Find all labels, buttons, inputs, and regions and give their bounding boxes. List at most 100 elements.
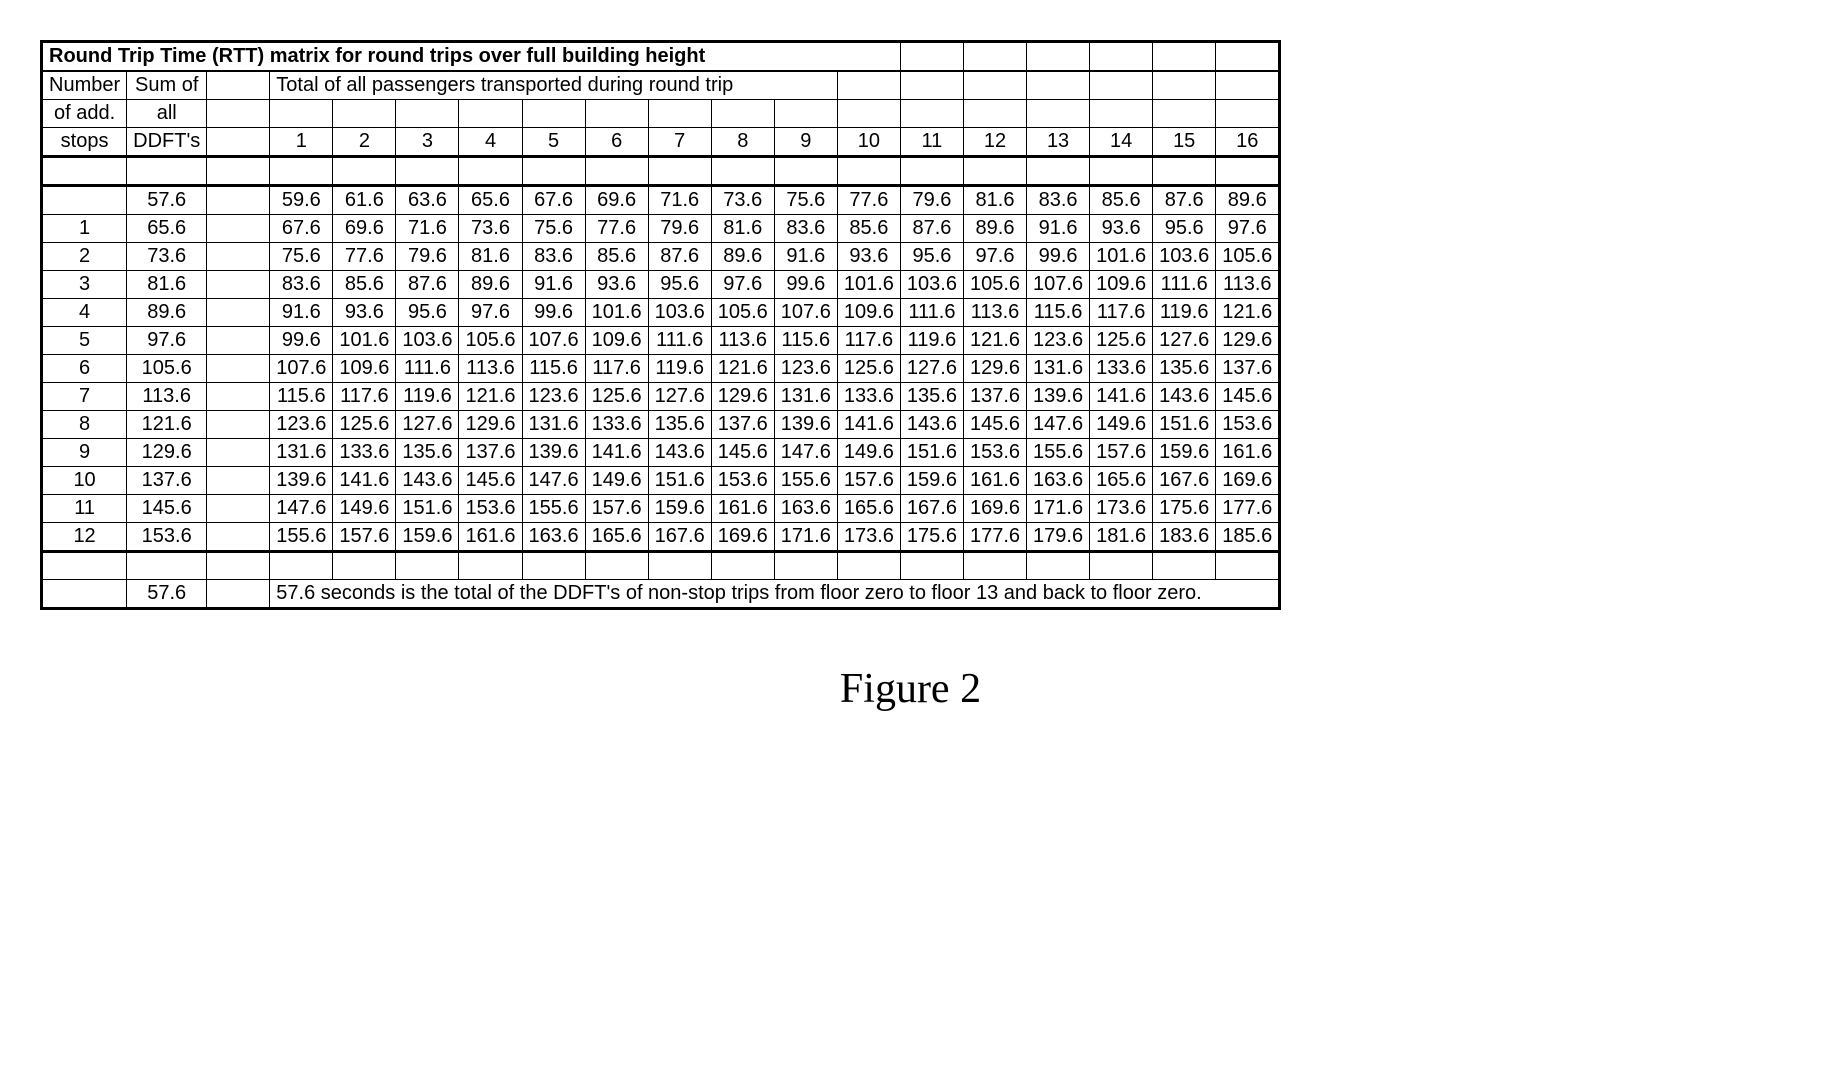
data-cell: 75.6 bbox=[774, 186, 837, 215]
data-cell: 99.6 bbox=[1027, 243, 1090, 271]
data-cell: 153.6 bbox=[459, 495, 522, 523]
data-cell: 125.6 bbox=[585, 383, 648, 411]
column-number: 1 bbox=[270, 128, 333, 157]
data-cell: 113.6 bbox=[459, 355, 522, 383]
spacer-cell bbox=[207, 271, 270, 299]
empty-cell bbox=[900, 157, 963, 186]
data-cell: 85.6 bbox=[837, 215, 900, 243]
data-cell: 77.6 bbox=[837, 186, 900, 215]
empty-cell bbox=[1027, 157, 1090, 186]
empty-cell bbox=[207, 157, 270, 186]
data-cell: 77.6 bbox=[333, 243, 396, 271]
empty-cell bbox=[837, 71, 900, 100]
data-cell: 97.6 bbox=[711, 271, 774, 299]
column-number: 4 bbox=[459, 128, 522, 157]
data-cell: 161.6 bbox=[459, 523, 522, 552]
data-cell: 63.6 bbox=[396, 186, 459, 215]
data-cell: 67.6 bbox=[522, 186, 585, 215]
data-cell: 85.6 bbox=[333, 271, 396, 299]
column-number: 11 bbox=[900, 128, 963, 157]
rtt-matrix-table: Round Trip Time (RTT) matrix for round t… bbox=[40, 40, 1281, 610]
empty-cell bbox=[837, 157, 900, 186]
data-cell: 127.6 bbox=[900, 355, 963, 383]
data-cell: 135.6 bbox=[900, 383, 963, 411]
ddft-cell: 145.6 bbox=[127, 495, 207, 523]
empty-cell bbox=[711, 157, 774, 186]
data-cell: 119.6 bbox=[900, 327, 963, 355]
data-cell: 127.6 bbox=[396, 411, 459, 439]
empty-cell bbox=[1153, 71, 1216, 100]
data-cell: 87.6 bbox=[396, 271, 459, 299]
data-cell: 89.6 bbox=[459, 271, 522, 299]
empty-cell bbox=[1153, 100, 1216, 128]
stops-cell: 1 bbox=[42, 215, 127, 243]
data-cell: 161.6 bbox=[1216, 439, 1280, 467]
data-cell: 125.6 bbox=[1090, 327, 1153, 355]
empty-cell bbox=[648, 100, 711, 128]
stops-cell: 7 bbox=[42, 383, 127, 411]
note-value-cell: 57.6 bbox=[127, 580, 207, 609]
data-cell: 71.6 bbox=[648, 186, 711, 215]
empty-cell bbox=[1216, 157, 1280, 186]
data-cell: 111.6 bbox=[396, 355, 459, 383]
data-cell: 121.6 bbox=[1216, 299, 1280, 327]
empty-cell bbox=[1216, 552, 1280, 580]
column-number: 9 bbox=[774, 128, 837, 157]
spacer-cell bbox=[207, 186, 270, 215]
data-cell: 159.6 bbox=[396, 523, 459, 552]
data-cell: 115.6 bbox=[522, 355, 585, 383]
empty-cell bbox=[963, 552, 1026, 580]
data-cell: 117.6 bbox=[333, 383, 396, 411]
note-text-cell: 57.6 seconds is the total of the DDFT's … bbox=[270, 580, 1280, 609]
data-cell: 163.6 bbox=[1027, 467, 1090, 495]
data-cell: 143.6 bbox=[648, 439, 711, 467]
data-cell: 165.6 bbox=[837, 495, 900, 523]
spacer-cell bbox=[207, 383, 270, 411]
stops-cell bbox=[42, 186, 127, 215]
data-cell: 165.6 bbox=[585, 523, 648, 552]
data-cell: 105.6 bbox=[459, 327, 522, 355]
data-cell: 113.6 bbox=[711, 327, 774, 355]
data-cell: 115.6 bbox=[1027, 299, 1090, 327]
data-cell: 153.6 bbox=[1216, 411, 1280, 439]
empty-cell bbox=[1216, 71, 1280, 100]
empty-cell bbox=[774, 552, 837, 580]
data-cell: 67.6 bbox=[270, 215, 333, 243]
data-cell: 123.6 bbox=[270, 411, 333, 439]
stops-cell: 11 bbox=[42, 495, 127, 523]
data-cell: 89.6 bbox=[963, 215, 1026, 243]
empty-cell bbox=[963, 71, 1026, 100]
data-cell: 91.6 bbox=[270, 299, 333, 327]
empty-cell bbox=[963, 100, 1026, 128]
empty-cell bbox=[1027, 71, 1090, 100]
data-cell: 141.6 bbox=[837, 411, 900, 439]
data-cell: 105.6 bbox=[963, 271, 1026, 299]
empty-cell bbox=[1027, 552, 1090, 580]
empty-cell bbox=[585, 157, 648, 186]
data-cell: 93.6 bbox=[1090, 215, 1153, 243]
data-cell: 131.6 bbox=[774, 383, 837, 411]
data-cell: 105.6 bbox=[1216, 243, 1280, 271]
empty-cell bbox=[900, 100, 963, 128]
data-cell: 131.6 bbox=[270, 439, 333, 467]
data-cell: 109.6 bbox=[837, 299, 900, 327]
data-cell: 173.6 bbox=[1090, 495, 1153, 523]
data-cell: 103.6 bbox=[1153, 243, 1216, 271]
data-cell: 119.6 bbox=[648, 355, 711, 383]
empty-cell bbox=[522, 100, 585, 128]
data-cell: 129.6 bbox=[459, 411, 522, 439]
empty-cell bbox=[459, 552, 522, 580]
data-cell: 147.6 bbox=[270, 495, 333, 523]
column-number: 8 bbox=[711, 128, 774, 157]
table-title: Round Trip Time (RTT) matrix for round t… bbox=[42, 42, 901, 72]
data-cell: 131.6 bbox=[522, 411, 585, 439]
ddft-cell: 121.6 bbox=[127, 411, 207, 439]
data-cell: 155.6 bbox=[774, 467, 837, 495]
data-cell: 101.6 bbox=[585, 299, 648, 327]
data-cell: 149.6 bbox=[333, 495, 396, 523]
data-cell: 167.6 bbox=[648, 523, 711, 552]
data-cell: 103.6 bbox=[900, 271, 963, 299]
data-cell: 133.6 bbox=[1090, 355, 1153, 383]
empty-cell bbox=[1090, 42, 1153, 72]
spacer-cell bbox=[207, 71, 270, 100]
